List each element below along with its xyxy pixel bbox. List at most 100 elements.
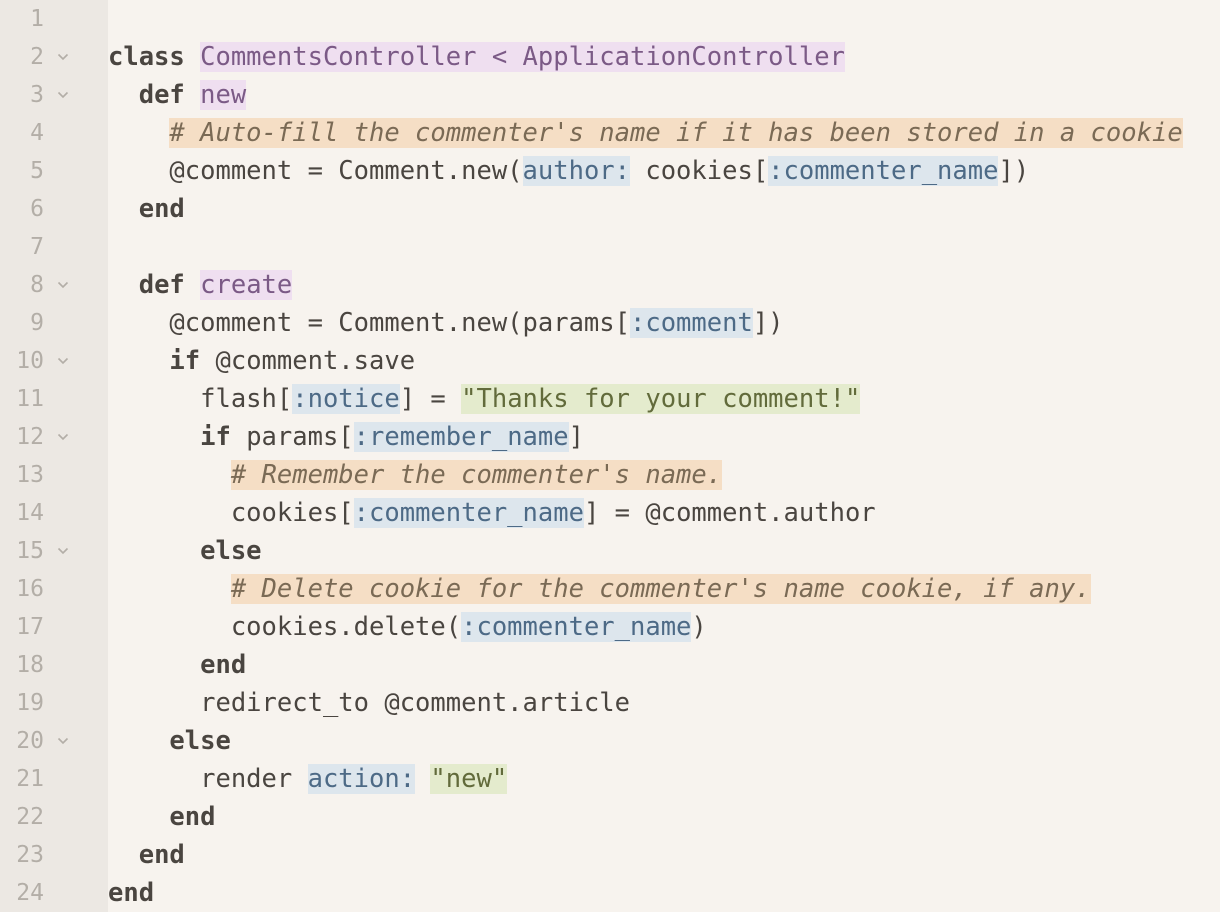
gutter-row: 21 — [0, 760, 108, 798]
gutter-row: 19 — [0, 684, 108, 722]
code-text: flash[ — [200, 384, 293, 414]
code-line[interactable]: redirect_to @comment.article — [108, 684, 1220, 722]
code-line[interactable]: # Delete cookie for the commenter's name… — [108, 570, 1220, 608]
code-line[interactable]: # Auto-fill the commenter's name if it h… — [108, 114, 1220, 152]
line-number: 4 — [30, 120, 44, 146]
chevron-down-icon[interactable] — [55, 342, 71, 380]
code-editor[interactable]: 1 2 3 4 5 6 7 8 9 10 11 12 13 14 15 16 17 18 19 20 21 22 23 24 … — [0, 0, 1220, 912]
code-line[interactable]: flash[:notice] = "Thanks for your commen… — [108, 380, 1220, 418]
code-line[interactable]: render action: "new" — [108, 760, 1220, 798]
keyword: end — [169, 802, 216, 832]
code-text: ] = @comment.author — [583, 498, 876, 528]
gutter-row: 12 — [0, 418, 108, 456]
code-text: @comment = Comment.new( — [169, 156, 523, 186]
code-area[interactable]: class CommentsController < ApplicationCo… — [108, 0, 1220, 912]
code-line[interactable]: end — [108, 646, 1220, 684]
keyword: end — [200, 650, 247, 680]
line-number: 13 — [16, 462, 44, 488]
code-line[interactable]: end — [108, 836, 1220, 874]
keyword: if — [169, 346, 201, 376]
gutter-row: 23 — [0, 836, 108, 874]
code-line[interactable] — [108, 0, 1220, 38]
code-line[interactable]: else — [108, 722, 1220, 760]
code-line[interactable]: class CommentsController < ApplicationCo… — [108, 38, 1220, 76]
code-line[interactable]: @comment = Comment.new(params[:comment]) — [108, 304, 1220, 342]
code-line[interactable]: def new — [108, 76, 1220, 114]
line-number: 14 — [16, 500, 44, 526]
line-number: 8 — [30, 272, 44, 298]
gutter-row: 24 — [0, 874, 108, 912]
code-text: params[ — [230, 422, 354, 452]
symbol: :commenter_name — [461, 612, 692, 642]
chevron-down-icon[interactable] — [55, 76, 71, 114]
line-number: 23 — [16, 842, 44, 868]
code-line[interactable]: cookies[:commenter_name] = @comment.auth… — [108, 494, 1220, 532]
code-line[interactable] — [108, 228, 1220, 266]
code-line[interactable]: if params[:remember_name] — [108, 418, 1220, 456]
code-line[interactable]: else — [108, 532, 1220, 570]
gutter-row: 15 — [0, 532, 108, 570]
line-number: 15 — [16, 538, 44, 564]
keyword: else — [169, 726, 231, 756]
line-number: 24 — [16, 880, 44, 906]
symbol: :remember_name — [353, 422, 569, 452]
code-line[interactable]: # Remember the commenter's name. — [108, 456, 1220, 494]
code-text: @comment = Comment.new(params[ — [169, 308, 630, 338]
chevron-down-icon[interactable] — [55, 722, 71, 760]
gutter-row: 8 — [0, 266, 108, 304]
gutter-row: 1 — [0, 0, 108, 38]
code-line[interactable]: cookies.delete(:commenter_name) — [108, 608, 1220, 646]
code-line[interactable]: if @comment.save — [108, 342, 1220, 380]
gutter-row: 6 — [0, 190, 108, 228]
method-name: new — [200, 80, 247, 110]
gutter-row: 13 — [0, 456, 108, 494]
gutter-row: 20 — [0, 722, 108, 760]
gutter-row: 5 — [0, 152, 108, 190]
code-text: render — [200, 764, 308, 794]
string-literal: "new" — [430, 764, 508, 794]
chevron-down-icon[interactable] — [55, 418, 71, 456]
line-number: 19 — [16, 690, 44, 716]
gutter-row: 3 — [0, 76, 108, 114]
line-number: 16 — [16, 576, 44, 602]
gutter-row: 18 — [0, 646, 108, 684]
code-line[interactable]: end — [108, 874, 1220, 912]
line-number: 9 — [30, 310, 44, 336]
string-literal: "Thanks for your comment!" — [461, 384, 861, 414]
code-line[interactable]: def create — [108, 266, 1220, 304]
line-number: 5 — [30, 158, 44, 184]
symbol: :comment — [630, 308, 753, 338]
chevron-down-icon[interactable] — [55, 532, 71, 570]
code-text: ]) — [752, 308, 784, 338]
chevron-down-icon[interactable] — [55, 38, 71, 76]
line-number: 21 — [16, 766, 44, 792]
code-line[interactable]: end — [108, 190, 1220, 228]
chevron-down-icon[interactable] — [55, 266, 71, 304]
gutter-row: 16 — [0, 570, 108, 608]
code-line[interactable]: end — [108, 798, 1220, 836]
keyword: end — [108, 878, 155, 908]
keyword: class — [108, 42, 185, 72]
code-line[interactable]: @comment = Comment.new(author: cookies[:… — [108, 152, 1220, 190]
line-number: 6 — [30, 196, 44, 222]
gutter-row: 17 — [0, 608, 108, 646]
code-text: cookies[ — [230, 498, 354, 528]
gutter-row: 22 — [0, 798, 108, 836]
gutter-row: 4 — [0, 114, 108, 152]
keyword: def — [138, 270, 185, 300]
